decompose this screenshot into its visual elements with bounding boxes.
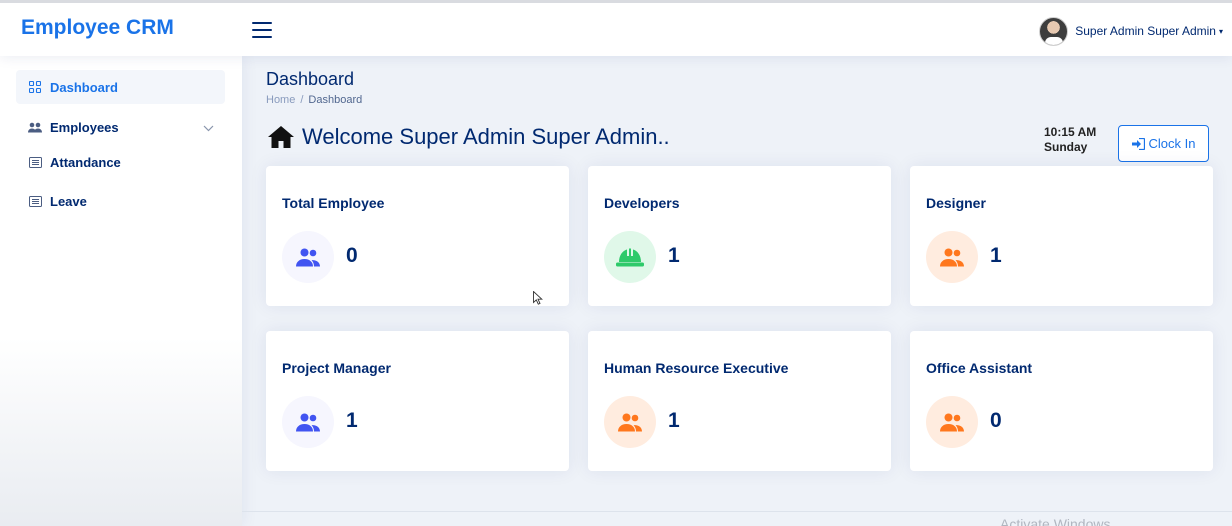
chevron-down-icon[interactable] [203, 120, 214, 132]
main-content: Dashboard Home / Dashboard Welcome Super… [242, 56, 1232, 526]
stat-card-developers[interactable]: Developers 1 [588, 166, 891, 306]
card-title: Office Assistant [926, 360, 1033, 376]
card-value: 0 [346, 244, 358, 267]
top-header: Employee CRM Super Admin Super Admin ▾ [0, 0, 1232, 56]
people-icon [940, 413, 964, 431]
hardhat-icon [616, 248, 644, 267]
people-icon [296, 248, 320, 266]
people-icon [618, 413, 642, 431]
card-icon-circle [926, 396, 978, 448]
card-value: 0 [990, 409, 1002, 432]
breadcrumb-current: Dashboard [308, 94, 363, 106]
card-title: Total Employee [282, 195, 385, 211]
card-title: Developers [604, 195, 680, 211]
stat-card-human-resource-executive[interactable]: Human Resource Executive 1 [588, 331, 891, 471]
avatar [1039, 16, 1069, 46]
card-icon-circle [604, 396, 656, 448]
clock-time: 10:15 AM [1044, 125, 1097, 139]
stat-card-office-assistant[interactable]: Office Assistant 0 [910, 331, 1213, 471]
welcome-heading: Welcome Super Admin Super Admin.. [268, 124, 670, 150]
stat-card-designer[interactable]: Designer 1 [910, 166, 1213, 306]
clock-display: 10:15 AM Sunday [1044, 125, 1096, 155]
chevron-down-icon: ▾ [1218, 26, 1223, 36]
menu-toggle-icon[interactable] [252, 22, 272, 38]
sidebar-item-label: Leave [50, 193, 87, 209]
card-icon-circle [604, 231, 656, 283]
grid-icon [28, 80, 42, 94]
home-icon [268, 126, 294, 148]
sidebar-item-label: Attandance [50, 154, 121, 170]
clock-in-button[interactable]: Clock In [1118, 125, 1209, 162]
card-value: 1 [346, 409, 358, 432]
people-icon [940, 248, 964, 266]
list-icon [28, 155, 42, 169]
people-icon [296, 413, 320, 431]
card-value: 1 [668, 409, 680, 432]
mouse-cursor-icon [533, 291, 543, 305]
card-title: Human Resource Executive [604, 360, 789, 376]
list-icon [28, 194, 42, 208]
stat-card-total-employee[interactable]: Total Employee 0 [266, 166, 569, 306]
card-icon-circle [926, 231, 978, 283]
sidebar-item-employees[interactable]: Employees [16, 110, 225, 144]
card-value: 1 [990, 244, 1002, 267]
stat-card-project-manager[interactable]: Project Manager 1 [266, 331, 569, 471]
card-value: 1 [668, 244, 680, 267]
profile-menu[interactable]: Super Admin Super Admin ▾ [1039, 15, 1223, 47]
welcome-text: Welcome Super Admin Super Admin.. [302, 124, 670, 149]
card-title: Project Manager [282, 360, 391, 376]
sign-in-icon [1131, 137, 1145, 150]
page-title: Dashboard [266, 69, 355, 89]
footer-divider [242, 511, 1232, 512]
card-icon-circle [282, 396, 334, 448]
breadcrumb-separator: / [300, 94, 304, 106]
profile-name: Super Admin Super Admin [1075, 24, 1216, 38]
people-icon [28, 120, 42, 134]
sidebar: Dashboard Employees Attandance Leave [0, 56, 242, 526]
windows-activation-watermark: Activate Windows [1000, 516, 1111, 526]
app-logo[interactable]: Employee CRM [21, 16, 174, 40]
clock-in-label: Clock In [1148, 136, 1196, 151]
breadcrumb: Home / Dashboard [266, 94, 362, 106]
sidebar-item-label: Employees [50, 119, 119, 135]
sidebar-item-label: Dashboard [50, 79, 118, 95]
sidebar-item-attandance[interactable]: Attandance [16, 145, 225, 179]
breadcrumb-home-link[interactable]: Home [266, 94, 295, 106]
sidebar-item-dashboard[interactable]: Dashboard [16, 70, 225, 104]
card-title: Designer [926, 195, 986, 211]
clock-day: Sunday [1044, 140, 1088, 154]
sidebar-item-leave[interactable]: Leave [16, 184, 225, 218]
card-icon-circle [282, 231, 334, 283]
